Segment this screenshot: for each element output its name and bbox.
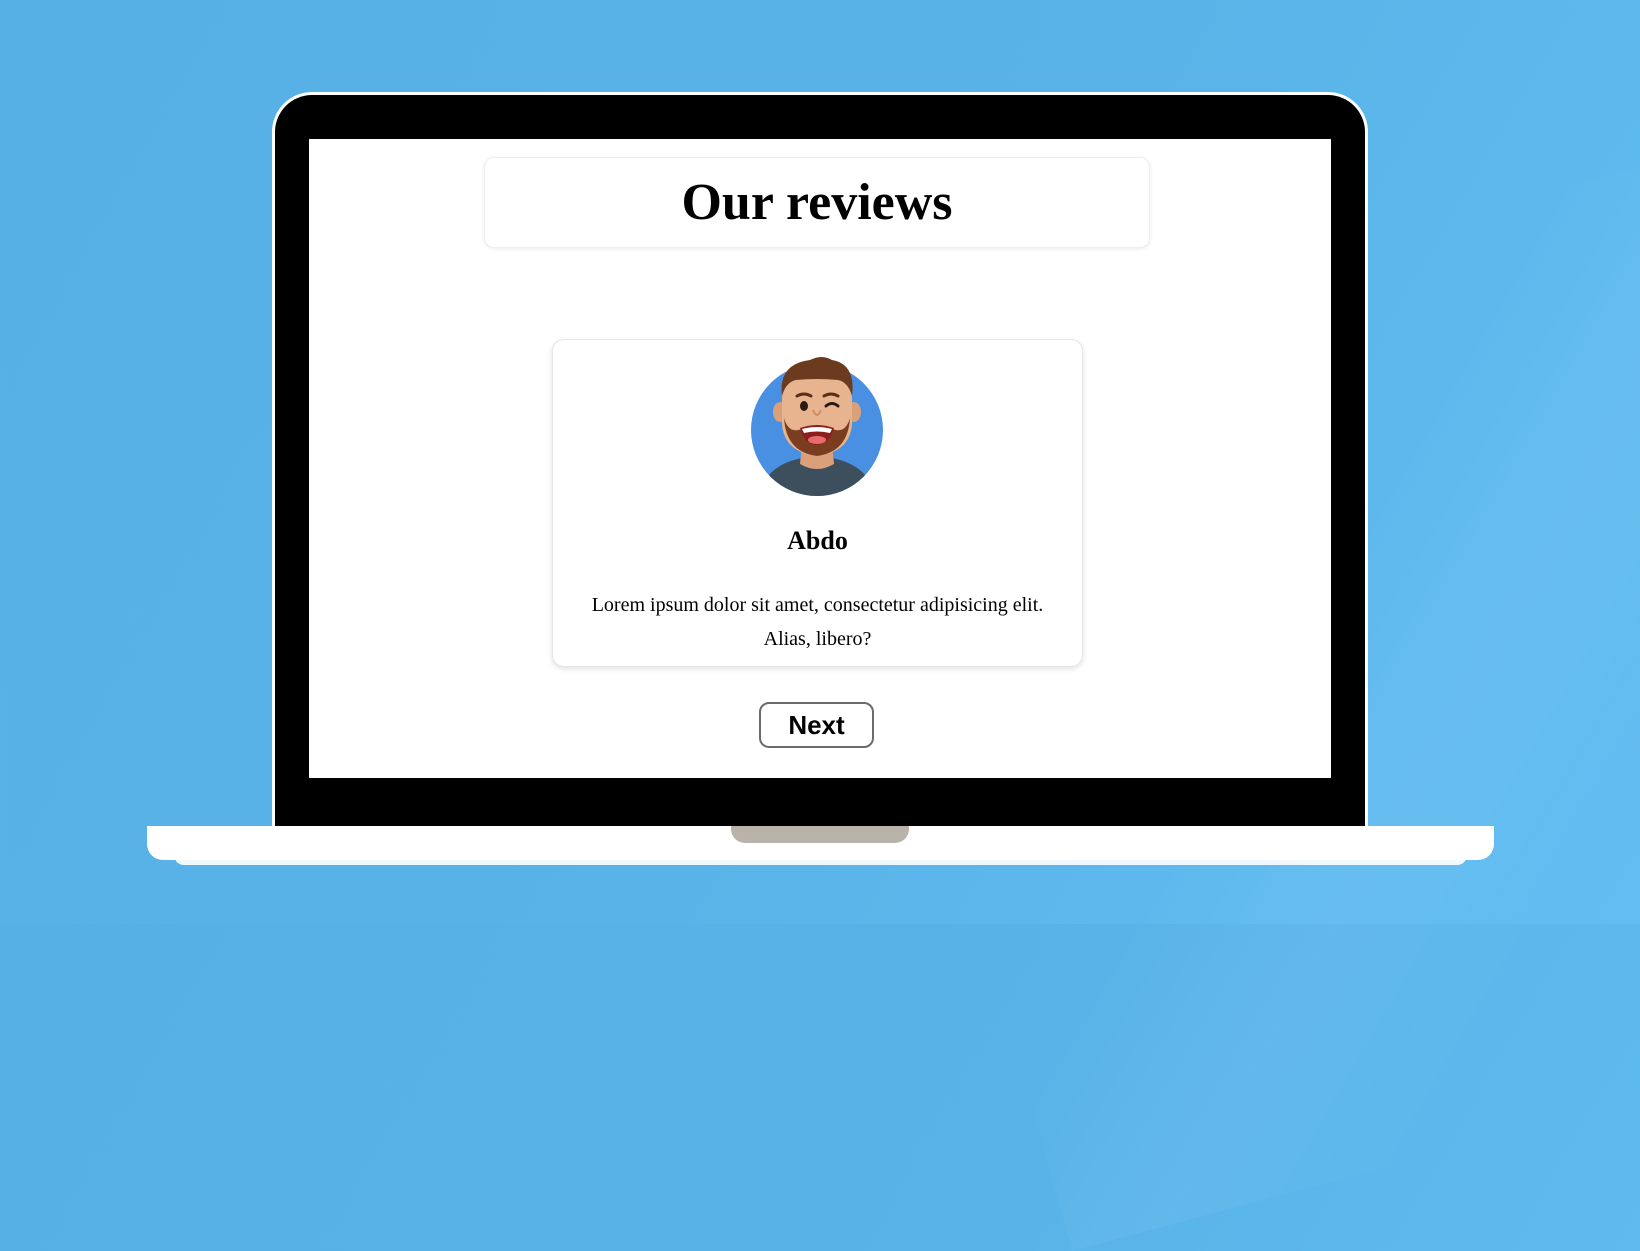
review-text: Lorem ipsum dolor sit amet, consectetur …	[591, 594, 1044, 650]
laptop-hinge-notch	[731, 826, 909, 843]
page-title: Our reviews	[681, 174, 953, 231]
avatar-icon	[751, 357, 883, 496]
title-card: Our reviews	[484, 157, 1150, 248]
laptop-screen: Our reviews Abdo Lorem ipsum dolor sit a…	[309, 139, 1331, 778]
laptop-base-lip	[174, 855, 1467, 865]
next-button[interactable]: Next	[759, 702, 874, 748]
reviewer-name: Abdo	[787, 526, 848, 555]
review-card: Abdo Lorem ipsum dolor sit amet, consect…	[552, 339, 1083, 667]
